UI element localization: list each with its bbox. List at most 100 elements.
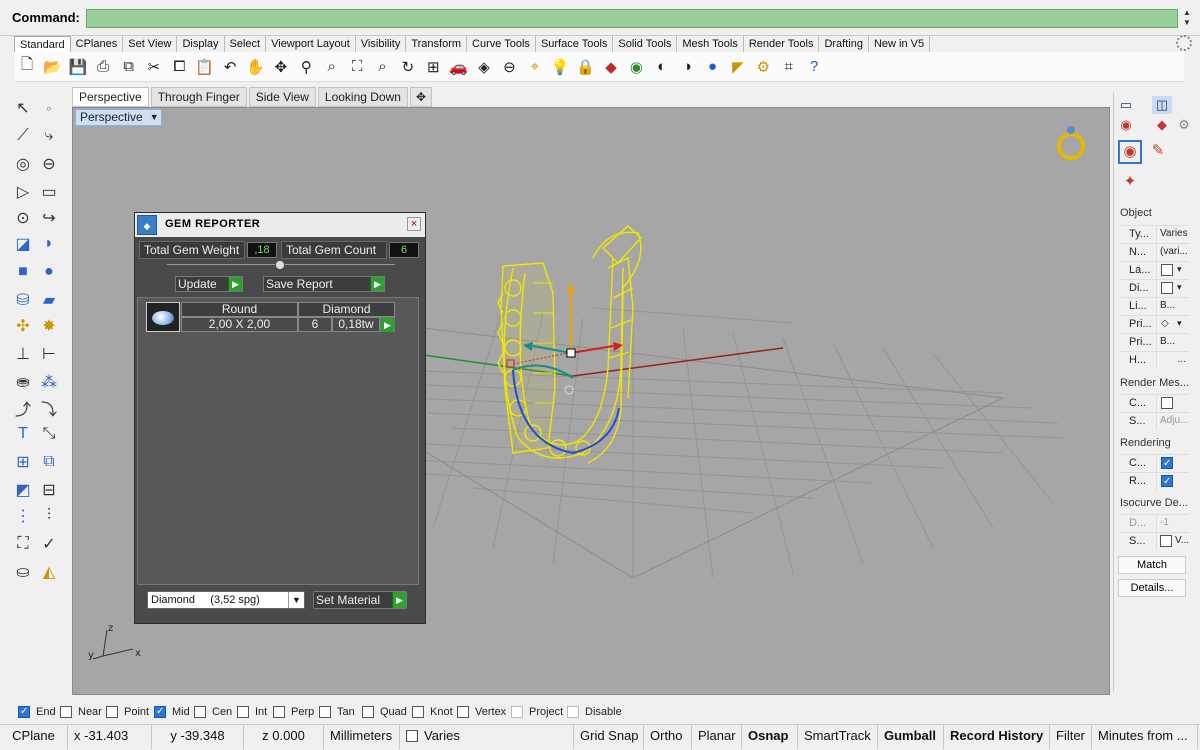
align-icon[interactable]: ⊞ [10,450,36,474]
osnap-point-checkbox[interactable] [106,706,118,718]
grid-snap-toggle[interactable]: Grid Snap [574,725,644,749]
trim-icon[interactable]: ⊢ [36,342,62,366]
ellipse-icon[interactable]: ⊖ [36,152,62,176]
render-shapes-icon[interactable]: ⛀ [10,560,36,584]
property-row[interactable]: N... (vari... [1119,243,1189,261]
paste-icon[interactable]: 📋 [194,56,216,78]
row-go-button[interactable]: ▶ [380,317,395,332]
tab-looking-down[interactable]: Looking Down [317,87,408,107]
details-button[interactable]: Details... [1118,579,1186,597]
text-tool-icon[interactable]: T [10,422,36,446]
car-render-icon[interactable]: 🚗 [448,56,470,78]
polyline-icon[interactable]: ⟋ [10,124,36,148]
filter-toggle[interactable]: Filter [1050,725,1092,749]
osnap-int-checkbox[interactable] [237,706,249,718]
light-bulb-icon[interactable]: 💡 [549,56,571,78]
set-material-button[interactable]: Set Material ▶ [313,591,407,609]
materials-panel-icon[interactable]: ◆ [1152,116,1172,134]
tab-mesh-tools[interactable]: Mesh Tools [677,36,744,52]
units-indicator[interactable]: Millimeters [324,725,400,749]
polygon-icon[interactable]: ▷ [10,180,36,204]
cast-shadows-checkbox[interactable] [1161,456,1173,471]
zoom-extents-icon[interactable]: ⛶ [346,56,368,78]
move-icon[interactable]: ✥ [270,56,292,78]
fillet-icon[interactable]: ⤵ [36,396,62,420]
cplane-icon[interactable]: ⊖ [498,56,520,78]
osnap-vertex-checkbox[interactable] [457,706,469,718]
tab-perspective[interactable]: Perspective [72,87,149,107]
puzzle-tool-icon[interactable]: ✣ [10,314,36,338]
smarttrack-toggle[interactable]: SmartTrack [798,725,878,749]
print-icon[interactable]: ⎙ [92,56,114,78]
rendering-row[interactable]: R... [1119,472,1189,490]
cube-icon[interactable]: ◩ [10,478,36,502]
layer-indicator[interactable]: Varies [400,725,574,749]
blue-sphere-icon[interactable]: ● [702,56,724,78]
custom-mesh-checkbox[interactable] [1161,397,1173,409]
gem-reporter-header[interactable]: ◆ GEM REPORTER × [135,213,425,237]
color-swatch[interactable] [1161,264,1173,276]
property-row[interactable]: Pri... B... [1119,333,1189,351]
analysis-icon[interactable]: ◤ [727,56,749,78]
save-report-button[interactable]: Save Report ▶ [263,276,385,292]
cut-icon[interactable]: ✂ [143,56,165,78]
layers-panel-icon[interactable]: ◫ [1152,96,1172,114]
import-icon[interactable]: ⧉ [118,56,140,78]
rendered-sphere-icon[interactable]: ◑ [676,56,698,78]
display-panel-icon[interactable]: ▭ [1116,96,1136,114]
property-row[interactable]: La... ▾ [1119,261,1189,279]
chevron-down-icon[interactable]: ▼ [150,110,159,125]
viewport-title[interactable]: Perspective ▼ [75,109,162,126]
property-row[interactable]: Di... ▾ [1119,279,1189,297]
check-icon[interactable]: ✓ [36,532,62,556]
tab-cplanes[interactable]: CPlanes [71,36,124,52]
object-properties-icon[interactable]: ◉ [1118,140,1142,164]
help-icon[interactable]: ? [803,56,825,78]
tab-render-tools[interactable]: Render Tools [744,36,820,52]
offset-icon[interactable]: ⤴ [10,396,36,420]
tab-transform[interactable]: Transform [406,36,468,52]
material-select[interactable]: Diamond (3,52 spg) ▼ [147,591,305,609]
box-solid-icon[interactable]: ■ [10,260,36,284]
dimension-ruler-icon[interactable]: ⊟ [36,478,62,502]
close-icon[interactable]: × [407,217,421,231]
fillet-curve-icon[interactable]: ↪ [36,206,62,230]
toolbar-settings-gear-icon[interactable] [1176,35,1192,51]
record-history-toggle[interactable]: Record History [944,725,1050,749]
rectangle-icon[interactable]: ▭ [36,180,62,204]
osnap-near-checkbox[interactable] [60,706,72,718]
point-icon[interactable]: ○ [36,96,62,120]
material-brush-icon[interactable]: ✎ [1148,142,1168,160]
tab-select[interactable]: Select [225,36,267,52]
chevron-down-icon[interactable]: ▾ [1177,280,1182,295]
save-icon[interactable]: 💾 [67,56,89,78]
panel-settings-gear-icon[interactable]: ⚙ [1174,116,1194,134]
color-swatch[interactable] [1161,282,1173,294]
osnap-project-checkbox[interactable] [511,706,523,718]
property-row[interactable]: H...... [1119,351,1189,369]
tab-drafting[interactable]: Drafting [819,36,869,52]
paint-icon[interactable]: ◭ [36,560,62,584]
zoom-icon[interactable]: ⚲ [295,56,317,78]
tab-solid-tools[interactable]: Solid Tools [613,36,678,52]
tab-standard[interactable]: Standard [14,36,71,52]
texture-mapping-icon[interactable]: ✦ [1118,170,1142,194]
circle-icon[interactable]: ◎ [10,152,36,176]
show-isocurves-checkbox[interactable] [1160,535,1172,547]
gem-thumbnail[interactable] [146,302,180,332]
array-icon[interactable]: ⋮ [10,504,36,528]
cylinder-solid-icon[interactable]: ⛁ [10,288,36,312]
four-viewports-icon[interactable]: ⊞ [422,56,444,78]
osnap-knot-checkbox[interactable] [412,706,424,718]
new-file-icon[interactable]: 🗋 [16,56,38,78]
chevron-down-icon[interactable]: ▼ [288,592,304,608]
undo-icon[interactable]: ↶ [219,56,241,78]
osnap-tan-checkbox[interactable] [319,706,331,718]
group-icon[interactable]: ⁂ [36,370,62,394]
mesh-plane-icon[interactable]: ▰ [36,288,62,312]
chevron-down-icon[interactable]: ▾ [1177,316,1182,331]
panel-slider[interactable] [167,260,395,272]
copy-icon[interactable]: ⧠ [168,56,190,78]
gear-settings-icon[interactable]: ⚙ [752,56,774,78]
receive-shadows-checkbox[interactable] [1161,474,1173,489]
